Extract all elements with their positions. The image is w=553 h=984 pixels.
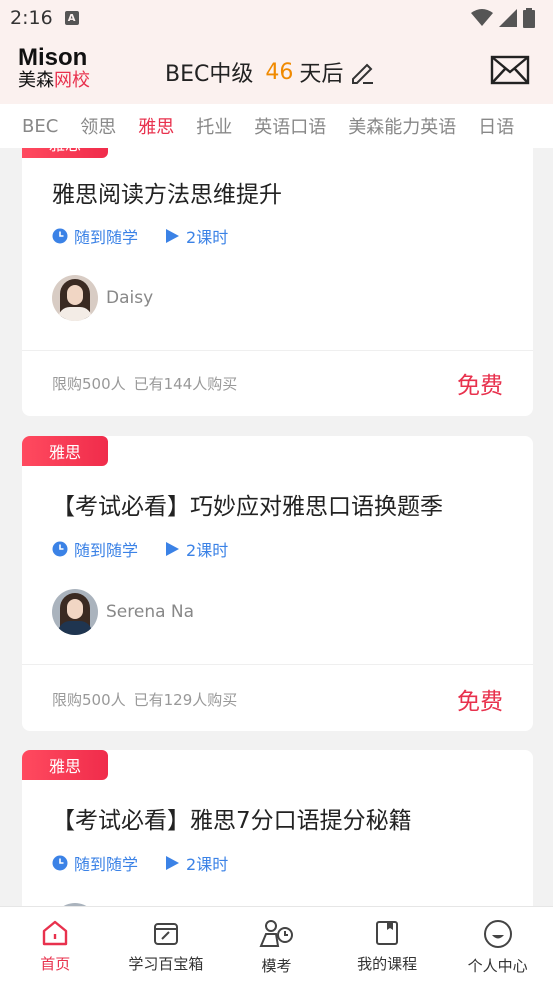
mison-logo[interactable]: Mison 美森网校 bbox=[18, 46, 108, 96]
signal-icon bbox=[499, 9, 517, 27]
purchase-count: 已有144人购买 bbox=[133, 374, 238, 393]
course-meta: 随到随学 2课时 bbox=[52, 851, 254, 875]
course-card[interactable]: 雅思 【考试必看】巧妙应对雅思口语换题季 随到随学 2课时 Serena Na … bbox=[22, 436, 533, 731]
tab-japanese[interactable]: 日语 bbox=[478, 113, 514, 139]
mail-icon[interactable] bbox=[490, 54, 530, 86]
bottom-nav: 首页 学习百宝箱 模考 我的课程 个人中心 bbox=[0, 906, 553, 984]
course-lessons: 2课时 bbox=[186, 541, 229, 560]
play-icon bbox=[166, 542, 180, 556]
edit-icon[interactable] bbox=[349, 59, 375, 85]
play-icon bbox=[166, 229, 180, 243]
logo-subtext: 美森网校 bbox=[18, 70, 90, 91]
course-lessons: 2课时 bbox=[186, 228, 229, 247]
teacher-name: Daisy bbox=[106, 288, 154, 308]
nav-toolbox[interactable]: 学习百宝箱 bbox=[111, 907, 222, 984]
divider bbox=[22, 664, 533, 665]
battery-icon bbox=[523, 8, 535, 28]
course-meta: 随到随学 2课时 bbox=[52, 537, 254, 561]
purchase-count: 已有129人购买 bbox=[133, 690, 238, 709]
tab-spoken-english[interactable]: 英语口语 bbox=[254, 113, 326, 139]
course-list: 雅思 雅思阅读方法思维提升 随到随学 2课时 Daisy 限购500人 已有14… bbox=[0, 148, 553, 906]
purchase-limit: 限购500人 bbox=[52, 690, 126, 709]
status-bar: 2:16 A bbox=[0, 0, 553, 36]
nav-label: 学习百宝箱 bbox=[128, 955, 204, 973]
course-meta: 随到随学 2课时 bbox=[52, 224, 254, 248]
exam-countdown[interactable]: BEC中级 46 天后 bbox=[165, 56, 375, 88]
clock-icon bbox=[52, 541, 68, 557]
course-card[interactable]: 雅思 【考试必看】雅思7分口语提分秘籍 随到随学 2课时 bbox=[22, 750, 533, 906]
course-price: 免费 bbox=[457, 689, 503, 715]
course-schedule: 随到随学 bbox=[74, 855, 139, 874]
avatar bbox=[52, 589, 98, 635]
course-title: 【考试必看】雅思7分口语提分秘籍 bbox=[52, 808, 412, 834]
course-badge: 雅思 bbox=[22, 148, 108, 158]
nav-home[interactable]: 首页 bbox=[0, 907, 111, 984]
teacher-info: Daisy bbox=[52, 275, 153, 321]
course-title: 【考试必看】巧妙应对雅思口语换题季 bbox=[52, 494, 443, 520]
app-header: Mison 美森网校 BEC中级 46 天后 bbox=[0, 36, 553, 104]
clock-icon bbox=[52, 228, 68, 244]
nav-label: 首页 bbox=[40, 955, 71, 973]
purchase-limit: 限购500人 bbox=[52, 374, 126, 393]
course-lessons: 2课时 bbox=[186, 855, 229, 874]
my-course-icon bbox=[376, 921, 399, 945]
teacher-info: Serena Na bbox=[52, 589, 194, 635]
category-tabs: BEC 领思 雅思 托业 英语口语 美森能力英语 日语 bbox=[0, 104, 553, 148]
tab-ielts[interactable]: 雅思 bbox=[138, 113, 174, 139]
nav-label: 我的课程 bbox=[357, 955, 418, 973]
days-count: 46 bbox=[265, 59, 294, 85]
exam-name: BEC中级 bbox=[165, 62, 254, 87]
notification-icon: A bbox=[64, 11, 79, 25]
logo-text: Mison bbox=[18, 44, 88, 71]
toolbox-icon bbox=[153, 923, 178, 945]
play-icon bbox=[166, 856, 180, 870]
course-price: 免费 bbox=[457, 373, 503, 399]
wifi-icon bbox=[471, 9, 493, 26]
course-title: 雅思阅读方法思维提升 bbox=[52, 182, 282, 208]
tab-toeic[interactable]: 托业 bbox=[196, 113, 232, 139]
teacher-name: Serena Na bbox=[106, 602, 195, 622]
nav-label: 个人中心 bbox=[467, 957, 528, 975]
home-icon bbox=[43, 920, 68, 946]
course-schedule: 随到随学 bbox=[74, 228, 139, 247]
course-footer: 限购500人 已有144人购买 免费 bbox=[52, 366, 503, 400]
avatar bbox=[52, 275, 98, 321]
status-time: 2:16 bbox=[10, 7, 53, 29]
course-badge: 雅思 bbox=[22, 750, 108, 780]
profile-icon bbox=[483, 920, 512, 948]
nav-mock-exam[interactable]: 模考 bbox=[221, 907, 332, 984]
nav-profile[interactable]: 个人中心 bbox=[442, 907, 553, 984]
course-badge: 雅思 bbox=[22, 436, 108, 466]
clock-icon bbox=[52, 855, 68, 871]
nav-my-courses[interactable]: 我的课程 bbox=[332, 907, 443, 984]
mock-exam-icon bbox=[259, 920, 294, 947]
nav-label: 模考 bbox=[261, 957, 292, 975]
course-schedule: 随到随学 bbox=[74, 541, 139, 560]
course-card[interactable]: 雅思 雅思阅读方法思维提升 随到随学 2课时 Daisy 限购500人 已有14… bbox=[22, 148, 533, 416]
days-suffix: 天后 bbox=[299, 62, 344, 87]
divider bbox=[22, 350, 533, 351]
tab-mison-english[interactable]: 美森能力英语 bbox=[348, 113, 456, 139]
course-footer: 限购500人 已有129人购买 免费 bbox=[52, 682, 503, 716]
tab-bec[interactable]: BEC bbox=[22, 116, 58, 137]
tab-linguaskill[interactable]: 领思 bbox=[80, 113, 116, 139]
